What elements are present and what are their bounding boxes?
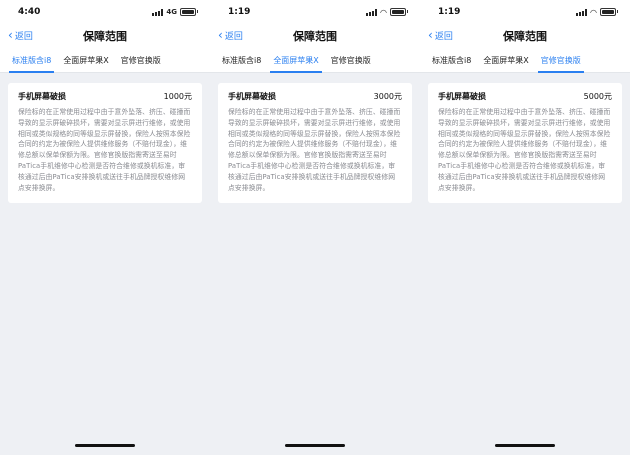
coverage-amount: 3000元 [373,92,402,101]
status-time: 1:19 [228,7,251,17]
phone-screen-official: 1:19 ◠ ‹ 返回 保障范围 标准版含i8 全面屏苹果X 官修官换版 手机屏… [420,0,630,455]
tab-fullscreen-iphone-x[interactable]: 全面屏苹果X [57,48,114,72]
tab-official-repair[interactable]: 官修官换版 [325,48,377,72]
card-header: 手机屏幕破损 1000元 [18,91,192,102]
header: 4:40 4G ‹ 返回 保障范围 标准版含i8 全面屏苹果X 官修官换版 [0,0,210,73]
tab-bar: 标准版含i8 全面屏苹果X 官修官换版 [0,48,210,73]
coverage-amount: 1000元 [163,92,192,101]
home-indicator[interactable] [75,444,135,447]
tab-bar: 标准版含i8 全面屏苹果X 官修官换版 [420,48,630,73]
coverage-card: 手机屏幕破损 1000元 保险标的在正常使用过程中由于意外坠落、挤压、碰撞而导致… [8,83,202,204]
tab-official-repair[interactable]: 官修官换版 [535,48,587,73]
coverage-title: 手机屏幕破损 [18,92,66,101]
status-icons: ◠ [366,7,408,17]
coverage-description: 保险标的在正常使用过程中由于意外坠落、挤压、碰撞而导致的显示屏破碎损坏，需要对显… [228,108,401,192]
nav-bar: ‹ 返回 保障范围 [210,24,420,48]
coverage-description: 保险标的在正常使用过程中由于意外坠落、挤压、碰撞而导致的显示屏破碎损坏，需要对显… [438,108,611,192]
nav-bar: ‹ 返回 保障范围 [420,24,630,48]
tab-fullscreen-iphone-x[interactable]: 全面屏苹果X [477,48,534,72]
wifi-icon: ◠ [590,7,597,17]
nav-bar: ‹ 返回 保障范围 [0,24,210,48]
status-icons: ◠ [576,7,618,17]
header: 1:19 ◠ ‹ 返回 保障范围 标准版含i8 全面屏苹果X 官修官换版 [210,0,420,73]
header: 1:19 ◠ ‹ 返回 保障范围 标准版含i8 全面屏苹果X 官修官换版 [420,0,630,73]
card-header: 手机屏幕破损 5000元 [438,91,612,102]
status-icons: 4G [152,8,198,16]
battery-icon [180,8,198,16]
status-time: 4:40 [18,7,41,17]
network-type: 4G [166,8,177,16]
tab-official-repair[interactable]: 官修官换版 [115,48,167,72]
tab-bar: 标准版含i8 全面屏苹果X 官修官换版 [210,48,420,73]
home-indicator[interactable] [285,444,345,447]
coverage-description: 保险标的在正常使用过程中由于意外坠落、挤压、碰撞而导致的显示屏破碎损坏，需要对显… [18,108,191,192]
battery-icon [600,8,618,16]
coverage-title: 手机屏幕破损 [228,92,276,101]
tab-standard[interactable]: 标准版含i8 [426,48,477,72]
signal-icon [366,8,378,16]
coverage-card: 手机屏幕破损 5000元 保险标的在正常使用过程中由于意外坠落、挤压、碰撞而导致… [428,83,622,204]
card-header: 手机屏幕破损 3000元 [228,91,402,102]
battery-icon [390,8,408,16]
page-title: 保障范围 [83,30,127,43]
tab-fullscreen-iphone-x[interactable]: 全面屏苹果X [267,48,324,73]
coverage-amount: 5000元 [583,92,612,101]
status-bar: 1:19 ◠ [420,0,630,24]
status-bar: 4:40 4G [0,0,210,24]
status-time: 1:19 [438,7,461,17]
page-title: 保障范围 [293,30,337,43]
coverage-card: 手机屏幕破损 3000元 保险标的在正常使用过程中由于意外坠落、挤压、碰撞而导致… [218,83,412,204]
page-title: 保障范围 [503,30,547,43]
tab-standard[interactable]: 标准版含i8 [216,48,267,72]
tab-standard[interactable]: 标准版含i8 [6,48,57,73]
home-indicator[interactable] [495,444,555,447]
signal-icon [576,8,588,16]
coverage-title: 手机屏幕破损 [438,92,486,101]
phone-screen-standard: 4:40 4G ‹ 返回 保障范围 标准版含i8 全面屏苹果X 官修官换版 手机… [0,0,210,455]
status-bar: 1:19 ◠ [210,0,420,24]
signal-icon [152,8,164,16]
phone-screen-fullscreen: 1:19 ◠ ‹ 返回 保障范围 标准版含i8 全面屏苹果X 官修官换版 手机屏… [210,0,420,455]
wifi-icon: ◠ [380,7,387,17]
